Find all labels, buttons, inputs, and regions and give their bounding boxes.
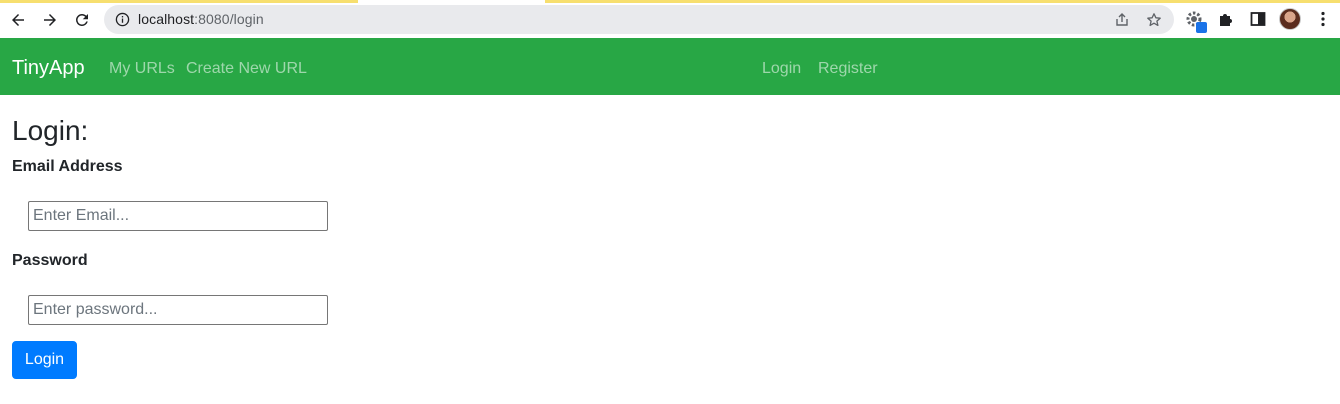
nav-link-my-urls[interactable]: My URLs [109, 59, 175, 78]
brand-link[interactable]: TinyApp [12, 56, 85, 80]
nav-link-create-new-url[interactable]: Create New URL [186, 59, 307, 78]
nav-link-register[interactable]: Register [818, 59, 878, 78]
arrow-right-icon [44, 14, 56, 26]
side-panel-icon[interactable] [1249, 10, 1267, 28]
email-input[interactable] [28, 201, 328, 231]
forward-button[interactable] [38, 8, 62, 32]
extension-badge [1196, 22, 1207, 33]
back-button[interactable] [6, 8, 30, 32]
extensions-puzzle-icon[interactable] [1217, 10, 1235, 28]
url-host: localhost [138, 11, 195, 27]
reload-button[interactable] [70, 8, 94, 32]
reload-icon [75, 13, 88, 26]
tab-strip [545, 0, 1340, 3]
arrow-left-icon [12, 14, 24, 26]
nav-link-login[interactable]: Login [762, 59, 801, 78]
info-icon[interactable] [115, 12, 130, 27]
page-title: Login: [12, 115, 89, 146]
profile-avatar[interactable] [1279, 8, 1301, 30]
url-text[interactable]: localhost:8080/login [138, 11, 264, 27]
url-path: :8080/login [194, 11, 264, 27]
address-bar[interactable]: localhost:8080/login [104, 5, 1174, 34]
email-label: Email Address [12, 158, 123, 175]
bookmark-star-icon[interactable] [1146, 12, 1162, 28]
share-icon[interactable] [1114, 12, 1130, 28]
password-input[interactable] [28, 295, 328, 325]
navbar: TinyApp My URLs Create New URL Login Reg… [0, 38, 1340, 95]
login-submit-button[interactable]: Login [12, 341, 77, 379]
tab-strip [0, 0, 358, 3]
kebab-menu-icon[interactable] [1314, 10, 1332, 28]
password-label: Password [12, 252, 88, 269]
browser-toolbar: localhost:8080/login [0, 0, 1340, 38]
